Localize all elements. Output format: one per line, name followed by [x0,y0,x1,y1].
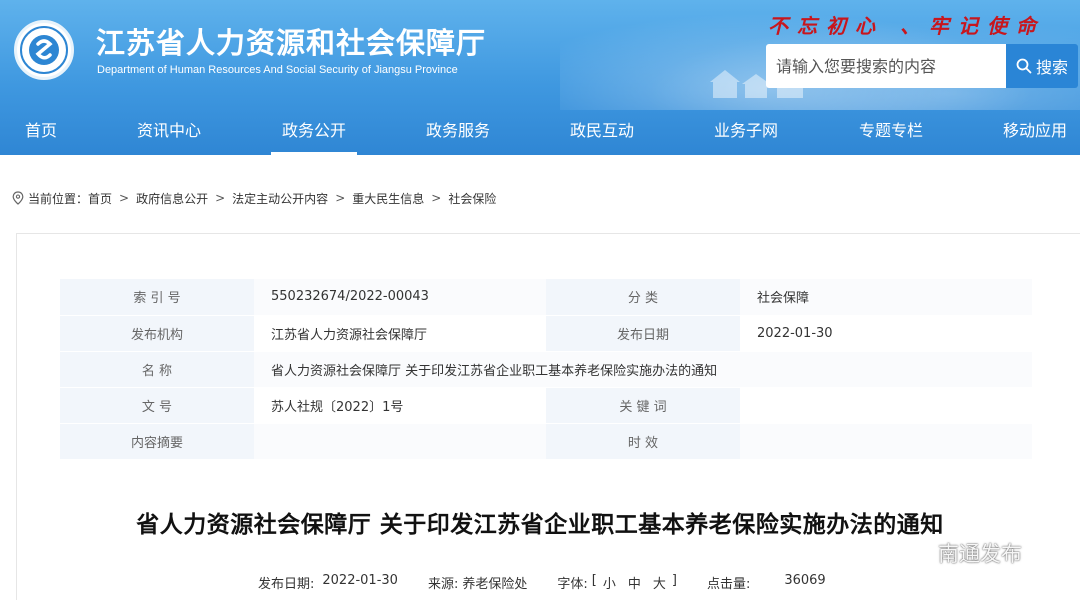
category-label: 分 类 [546,279,740,316]
org-value: 江苏省人力资源社会保障厅 [254,315,546,352]
font-size-large-button[interactable]: 大 [653,573,666,592]
validity-label: 时 效 [546,423,740,460]
publish-date-value: 2022-01-30 [322,573,398,588]
site-title[interactable]: 江苏省人力资源和社会保障厅 [96,20,486,62]
meta-row: 内容摘要 时 效 [60,423,1032,460]
breadcrumb-separator: > [119,191,130,205]
nav-item-news[interactable]: 资讯中心 [136,110,202,155]
nav-item-interaction[interactable]: 政民互动 [569,110,635,155]
name-value: 省人力资源社会保障厅 关于印发江苏省企业职工基本养老保险实施办法的通知 [254,351,1032,388]
breadcrumb-home[interactable]: 首页 [88,190,112,207]
search-button-label: 搜索 [1035,58,1068,77]
search-input[interactable] [766,44,1006,88]
source-watermark: 南通发布 [898,538,1022,568]
document-meta-table: 索 引 号 550232674/2022-00043 分 类 社会保障 发布机构… [60,279,1032,460]
meta-row: 名 称 省人力资源社会保障厅 关于印发江苏省企业职工基本养老保险实施办法的通知 [60,351,1032,388]
abstract-label: 内容摘要 [60,423,254,460]
breadcrumb-gov-info[interactable]: 政府信息公开 [136,190,208,207]
article-meta-bar: 发布日期: 2022-01-30 来源: 养老保险处 字体: [ 小 中 大 ]… [258,573,826,592]
keywords-value [740,387,1032,424]
logo-emblem-icon [20,26,68,74]
doc-number-label: 文 号 [60,387,254,424]
location-pin-icon [12,191,24,205]
breadcrumb: 当前位置： 首页 > 政府信息公开 > 法定主动公开内容 > 重大民生信息 > … [12,188,496,208]
search-icon [1016,58,1032,74]
name-label: 名 称 [60,351,254,388]
main-nav: 首页 资讯中心 政务公开 政务服务 政民互动 业务子网 专题专栏 移动应用 [0,110,1080,155]
abstract-value [254,423,546,460]
breadcrumb-separator: > [335,191,346,205]
index-label: 索 引 号 [60,279,254,316]
breadcrumb-separator: > [215,191,226,205]
meta-row: 索 引 号 550232674/2022-00043 分 类 社会保障 [60,279,1032,316]
site-header: 江苏省人力资源和社会保障厅 Department of Human Resour… [0,0,1080,155]
nav-item-subnets[interactable]: 业务子网 [713,110,779,155]
date-label: 发布日期 [546,315,740,352]
source-value: 养老保险处 [462,577,528,592]
hits-value: 36069 [784,573,826,588]
validity-value [740,423,1032,460]
article-title: 省人力资源社会保障厅 关于印发江苏省企业职工基本养老保险实施办法的通知 [136,512,944,538]
publish-date-label: 发布日期: [258,577,315,592]
doc-number-value: 苏人社规〔2022〕1号 [254,387,546,424]
wechat-icon [899,540,930,565]
hits-label: 点击量: [706,577,751,592]
keywords-label: 关 键 词 [546,387,740,424]
breadcrumb-livelihood[interactable]: 重大民生信息 [352,190,424,207]
nav-item-gov-affairs[interactable]: 政务公开 [271,110,357,155]
site-subtitle: Department of Human Resources And Social… [97,64,458,76]
meta-row: 发布机构 江苏省人力资源社会保障厅 发布日期 2022-01-30 [60,315,1032,352]
site-logo[interactable] [14,20,74,80]
font-size-bracket-open: [ [591,573,597,588]
category-value: 社会保障 [740,279,1032,316]
breadcrumb-social-insurance[interactable]: 社会保险 [448,190,496,207]
org-label: 发布机构 [60,315,254,352]
breadcrumb-prefix: 当前位置： [28,191,89,206]
nav-item-mobile[interactable]: 移动应用 [1002,110,1068,155]
date-value: 2022-01-30 [740,315,1032,352]
meta-row: 文 号 苏人社规〔2022〕1号 关 键 词 [60,387,1032,424]
search-button[interactable]: 搜索 [1006,44,1078,88]
font-size-small-button[interactable]: 小 [603,573,616,592]
watermark-text: 南通发布 [938,542,1022,566]
breadcrumb-statutory[interactable]: 法定主动公开内容 [232,190,328,207]
nav-item-gov-services[interactable]: 政务服务 [425,110,491,155]
font-size-bracket-close: ] [671,573,677,588]
breadcrumb-separator: > [431,191,442,205]
nav-item-home[interactable]: 首页 [24,110,58,155]
nav-item-topics[interactable]: 专题专栏 [858,110,924,155]
font-size-label: 字体: [557,577,588,592]
slogan: 不忘初心 、牢记使命 [768,14,1045,38]
source-label: 来源: [427,577,459,592]
search-box: 搜索 [766,44,1078,88]
font-size-medium-button[interactable]: 中 [628,573,641,592]
index-value: 550232674/2022-00043 [254,279,546,316]
